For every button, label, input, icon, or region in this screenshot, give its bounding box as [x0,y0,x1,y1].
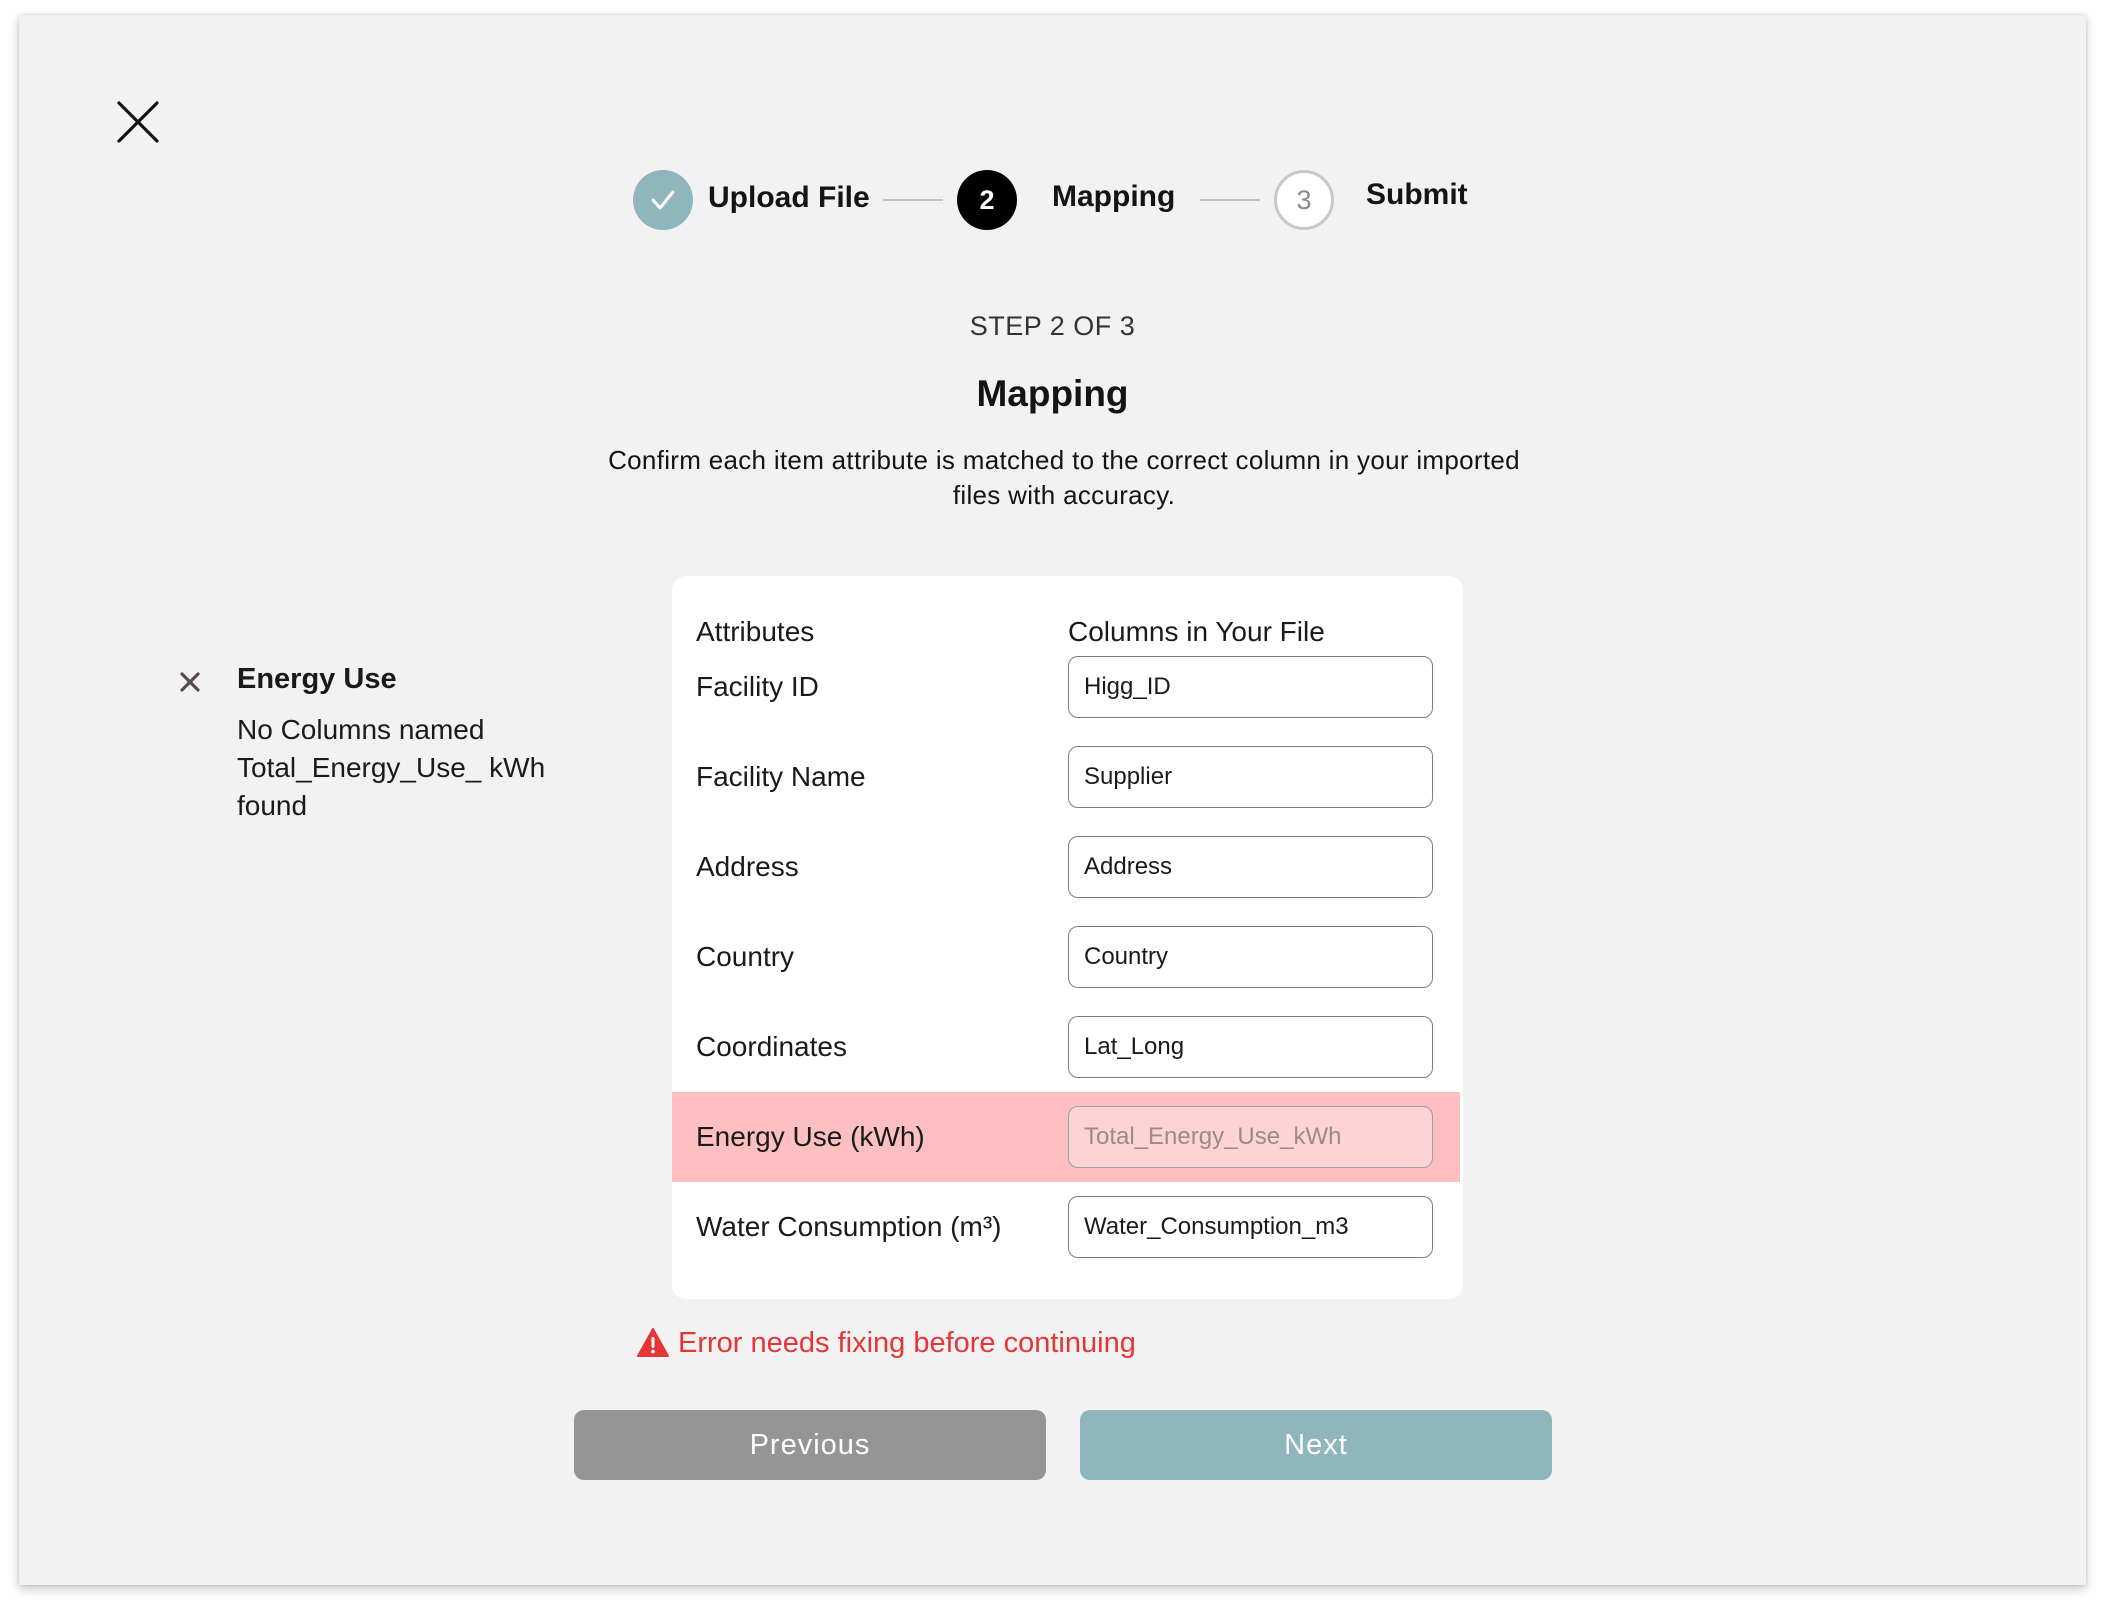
error-message: Error needs fixing before continuing [678,1326,1136,1359]
attribute-label: Water Consumption (m³) [696,1211,1002,1242]
step-connector [883,199,943,201]
previous-button[interactable]: Previous [574,1410,1046,1480]
mapping-row-coordinates: Coordinates [672,1002,1463,1092]
error-banner: Error needs fixing before continuing [636,1323,1136,1363]
step-marker-mapping: 2 [957,170,1017,230]
x-icon [179,671,201,693]
close-icon [117,101,159,143]
mapping-row-facility-name: Facility Name [672,732,1463,822]
step-label-mapping: Mapping [1052,180,1176,213]
column-input-country[interactable] [1068,926,1433,988]
attribute-label: Address [696,851,799,882]
column-input-coordinates[interactable] [1068,1016,1433,1078]
side-error-body: No Columns named Total_Energy_Use_ kWh f… [237,714,546,821]
mapping-row-country: Country [672,912,1463,1002]
page-title: Mapping [976,373,1129,414]
step-label-upload-file: Upload File [708,181,870,214]
column-input-facility-name[interactable] [1068,746,1433,808]
warning-icon [636,1327,670,1359]
attribute-label: Coordinates [696,1031,847,1062]
attribute-label: Energy Use (kWh) [696,1121,925,1152]
column-input-water-consumption[interactable] [1068,1196,1433,1258]
step-count: STEP 2 OF 3 [969,311,1136,341]
mapping-row-water-consumption: Water Consumption (m³) [672,1182,1463,1272]
mapping-row-energy-use-error: Energy Use (kWh) [672,1092,1460,1182]
step-upload-file-complete-icon [633,170,693,230]
next-button[interactable]: Next [1080,1410,1552,1480]
close-button[interactable] [113,97,163,147]
step-marker-submit: 3 [1274,170,1334,230]
attribute-label: Facility Name [696,761,866,792]
column-input-address[interactable] [1068,836,1433,898]
mapping-row-facility-id: Facility ID [672,642,1463,732]
check-icon [651,190,675,210]
step-connector [1200,199,1260,201]
mapping-row-address: Address [672,822,1463,912]
page-description: Confirm each item attribute is matched t… [608,445,1520,510]
column-input-energy-use[interactable] [1068,1106,1433,1168]
column-input-facility-id[interactable] [1068,656,1433,718]
attribute-label: Country [696,941,795,972]
attribute-label: Facility ID [696,671,819,702]
side-error-title: Energy Use [237,663,397,695]
mapping-modal: Upload File 2 Mapping 3 Submit STEP 2 OF… [19,15,2086,1585]
step-label-submit: Submit [1366,178,1468,211]
mapping-table: Attributes Columns in Your File Facility… [672,576,1463,1299]
